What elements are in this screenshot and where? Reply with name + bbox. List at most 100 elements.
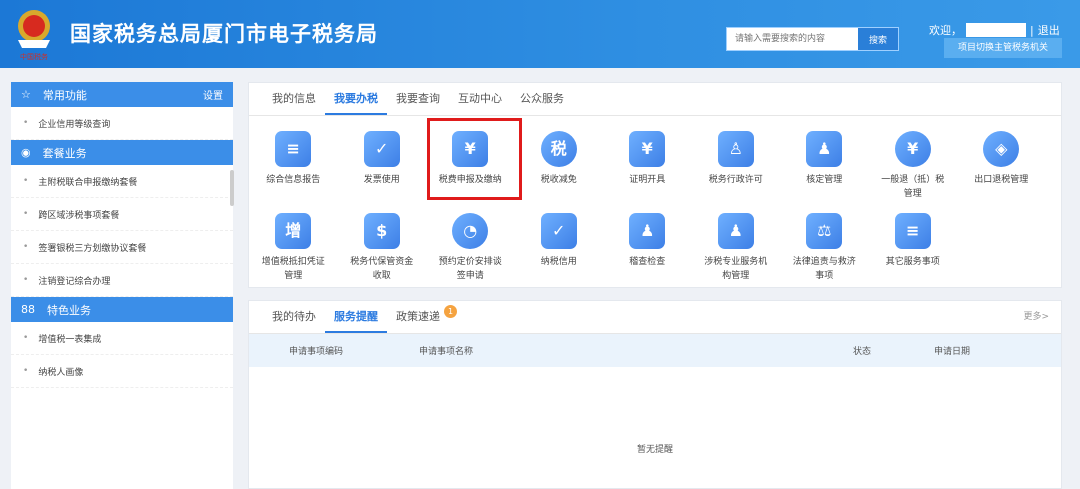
service-label: 一般退（抵）税管理 — [881, 175, 945, 199]
service-item[interactable]: ¥ 一般退（抵）税管理 — [869, 126, 958, 208]
service-label: 出口退税管理 — [974, 175, 1029, 185]
tab-main[interactable]: 我要查询 — [387, 83, 449, 115]
col-name: 申请事项名称 — [419, 347, 474, 357]
service-icon: ✓ — [363, 131, 400, 167]
section-title: 套餐业务 — [42, 146, 87, 160]
sidebar-section-common[interactable]: ☆ 常用功能 设置 — [11, 82, 233, 107]
package-icon: ◉ — [21, 146, 31, 159]
service-item[interactable]: 税税收减免 — [515, 126, 604, 208]
services-panel: 我的信息 我要办税 我要查询 互动中心 公众服务 ≡ 综合信息报告 ✓ 发票使用 ¥ 税费申报及缴… — [248, 82, 1062, 288]
service-label: 税务行政许可 — [708, 175, 763, 185]
service-icon: ♟ — [717, 213, 754, 249]
service-icon: $ — [363, 213, 400, 249]
service-label: 综合信息报告 — [266, 175, 321, 185]
col-code: 申请事项编码 — [289, 347, 344, 357]
service-item[interactable]: ≡ 综合信息报告 — [249, 126, 338, 208]
tab-main[interactable]: 我要办税 — [325, 83, 387, 115]
sidebar-section-featured[interactable]: 88 特色业务 — [11, 297, 233, 322]
service-label: 证明开具 — [629, 175, 666, 185]
service-icon: ✓ — [540, 213, 577, 249]
service-icon: 税 — [540, 131, 577, 167]
service-item[interactable]: ✓ 纳税信用 — [515, 208, 604, 290]
service-icon: ◔ — [452, 213, 489, 249]
service-icon: ♟ — [806, 131, 843, 167]
notices-panel: 我的待办 服务提醒 政策速递 1 更多> 申请事项编码 申请事项名称 状态 申请日… — [248, 300, 1062, 489]
tab-main[interactable]: 互动中心 — [449, 83, 511, 115]
site-title: 国家税务总局厦门市电子税务局 — [70, 22, 378, 46]
search-box: 搜索 — [726, 27, 899, 51]
grid-icon: 88 — [21, 303, 35, 316]
svg-text:中国税务: 中国税务 — [20, 52, 48, 61]
service-icon: ≡ — [275, 131, 312, 167]
section-title: 特色业务 — [47, 303, 91, 317]
settings-link[interactable]: 设置 — [203, 87, 223, 102]
service-item[interactable]: ♟ 稽查检查 — [603, 208, 692, 290]
service-label: 发票使用 — [363, 175, 400, 185]
tab-main[interactable]: 我的信息 — [263, 83, 325, 115]
service-icon: 增 — [275, 213, 312, 249]
col-status: 状态 — [853, 347, 872, 357]
service-icon: ◈ — [983, 131, 1020, 167]
service-icon: ¥ — [894, 131, 931, 167]
service-grid: ≡ 综合信息报告 ✓ 发票使用 ¥ 税费申报及缴纳税税收减免 ¥ 证明开具 ♙ 税务行政许可 ♟ 核定… — [249, 116, 1061, 290]
service-label: 税收减免 — [540, 175, 577, 185]
logout-link[interactable]: 退出 — [1038, 22, 1060, 38]
sidebar-item[interactable]: 企业信用等级查询 — [11, 107, 233, 140]
sidebar: ☆ 常用功能 设置 企业信用等级查询 ◉ 套餐业务 主附税联合申报缴纳套餐 跨区域涉税… — [11, 82, 233, 489]
service-item[interactable]: ♟ 涉税专业服务机构管理 — [692, 208, 781, 290]
sidebar-item[interactable]: 跨区域涉税事项套餐 — [11, 198, 233, 231]
service-item[interactable]: $ 税务代保管资金收取 — [338, 208, 427, 290]
service-icon: ♟ — [629, 213, 666, 249]
switch-tax-authority-button[interactable]: 项目切换主管税务机关 — [944, 38, 1062, 58]
service-icon: ¥ — [629, 131, 666, 167]
sidebar-item[interactable]: 注销登记综合办理 — [11, 264, 233, 297]
sidebar-item[interactable]: 增值税一表集成 — [11, 322, 233, 355]
service-item[interactable]: ≡ 其它服务事项 — [869, 208, 958, 290]
tab-main[interactable]: 公众服务 — [511, 83, 573, 115]
section-title: 常用功能 — [42, 88, 87, 102]
username-field — [966, 23, 1026, 37]
main-tabs: 我的信息 我要办税 我要查询 互动中心 公众服务 — [249, 83, 1061, 116]
sidebar-item[interactable]: 签署银税三方划缴协议套餐 — [11, 231, 233, 264]
tax-emblem-logo: 中国税务 — [18, 10, 50, 61]
divider: | — [1030, 23, 1034, 37]
service-label: 核定管理 — [806, 175, 843, 185]
welcome-area: 欢迎， | 退出 — [929, 22, 1060, 38]
highlight-box — [427, 118, 522, 200]
sidebar-item[interactable]: 主附税联合申报缴纳套餐 — [11, 165, 233, 198]
tab-policy[interactable]: 政策速递 1 — [387, 301, 457, 333]
service-icon: ♙ — [717, 131, 754, 167]
more-link[interactable]: 更多> — [1023, 301, 1049, 333]
notification-badge: 1 — [444, 305, 457, 318]
service-label: 预约定价安排谈签申请 — [438, 257, 502, 281]
service-label: 纳税信用 — [540, 257, 577, 267]
service-item[interactable]: ⚖ 法律追责与救济事项 — [780, 208, 869, 290]
welcome-text: 欢迎， — [929, 24, 962, 37]
sidebar-scrollbar[interactable] — [230, 170, 234, 206]
tab-label: 政策速递 — [396, 310, 440, 323]
service-label: 法律追责与救济事项 — [792, 257, 856, 281]
service-item[interactable]: ◈ 出口退税管理 — [957, 126, 1046, 208]
service-item[interactable]: ✓ 发票使用 — [338, 126, 427, 208]
header: 中国税务 国家税务总局厦门市电子税务局 搜索 欢迎， | 退出 项目切换主管税务… — [0, 0, 1080, 68]
service-label: 税务代保管资金收取 — [350, 257, 414, 281]
tab-service-reminder[interactable]: 服务提醒 — [325, 301, 387, 333]
service-icon: ⚖ — [806, 213, 843, 249]
sidebar-item[interactable]: 纳税人画像 — [11, 355, 233, 388]
service-label: 增值税抵扣凭证管理 — [261, 257, 325, 281]
tab-my-todo[interactable]: 我的待办 — [263, 301, 325, 333]
service-item[interactable]: ♙ 税务行政许可 — [692, 126, 781, 208]
empty-message: 暂无提醒 — [636, 445, 673, 455]
table-header: 申请事项编码 申请事项名称 状态 申请日期 — [249, 334, 1061, 367]
service-label: 稽查检查 — [629, 257, 666, 267]
service-item[interactable]: ¥ 证明开具 — [603, 126, 692, 208]
search-button[interactable]: 搜索 — [858, 28, 898, 50]
notice-tabs: 我的待办 服务提醒 政策速递 1 更多> — [249, 301, 1061, 334]
sidebar-section-package[interactable]: ◉ 套餐业务 — [11, 140, 233, 165]
service-item[interactable]: 增增值税抵扣凭证管理 — [249, 208, 338, 290]
search-input[interactable] — [727, 28, 858, 50]
col-date: 申请日期 — [934, 347, 971, 357]
service-icon: ≡ — [894, 213, 931, 249]
service-item[interactable]: ◔ 预约定价安排谈签申请 — [426, 208, 515, 290]
service-item[interactable]: ♟ 核定管理 — [780, 126, 869, 208]
